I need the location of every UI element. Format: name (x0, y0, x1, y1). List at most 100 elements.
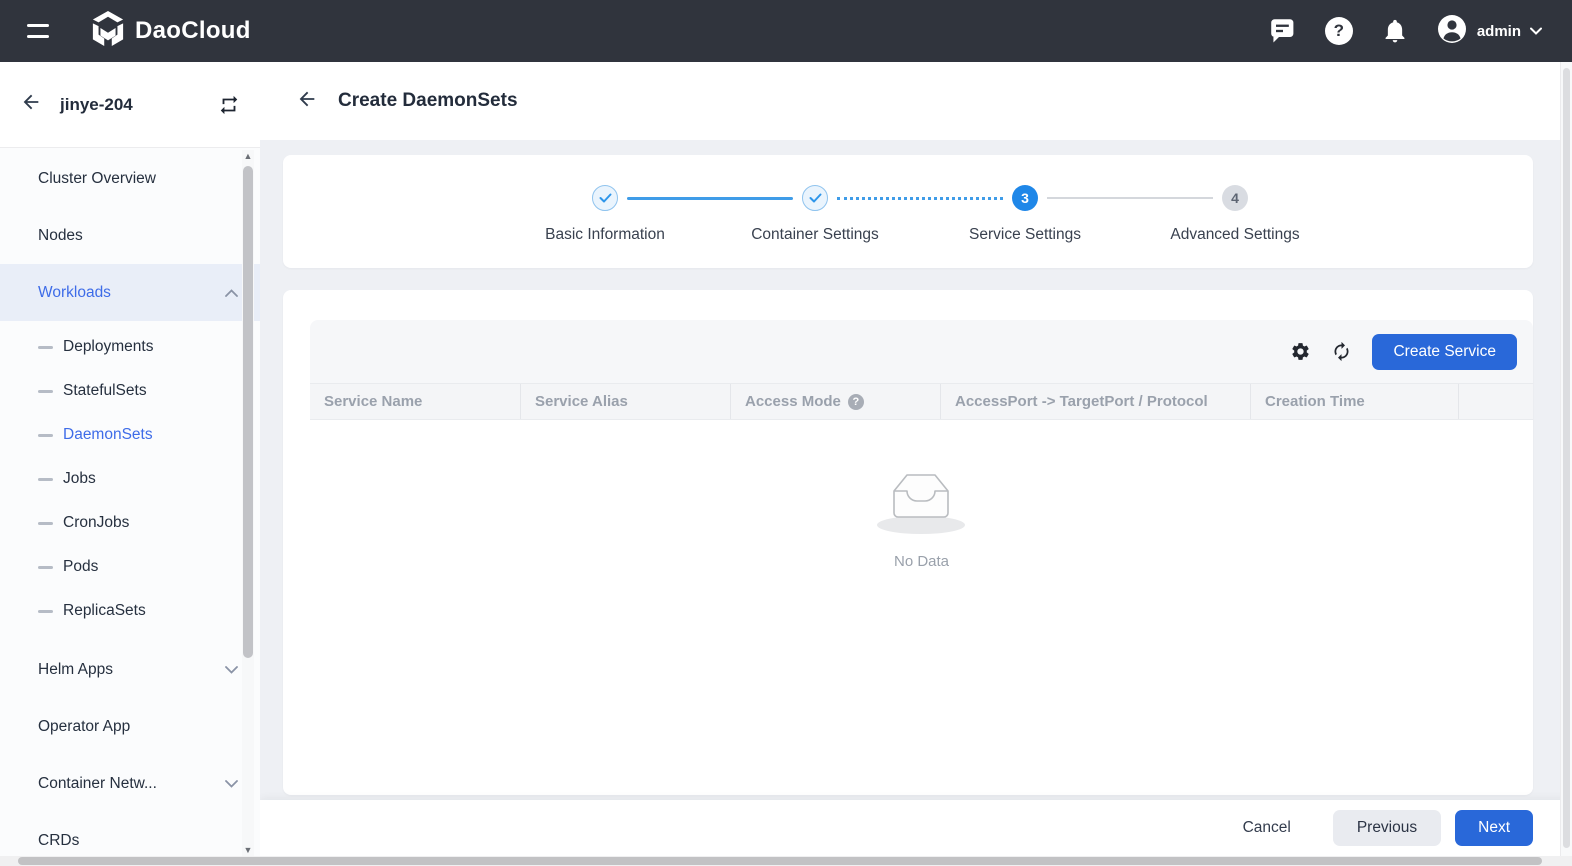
dash-icon (38, 565, 53, 569)
back-icon[interactable] (296, 88, 318, 115)
sidebar-item-statefulsets[interactable]: StatefulSets (0, 369, 260, 413)
empty-text: No Data (893, 553, 950, 570)
user-menu[interactable]: admin (1436, 13, 1542, 50)
empty-inbox-icon (874, 464, 970, 541)
menu-toggle-icon[interactable] (27, 24, 49, 38)
column-header-service-name: Service Name (310, 384, 520, 419)
sidebar-item-label: Nodes (38, 226, 83, 244)
column-label: Creation Time (1265, 393, 1365, 410)
step-check-icon (802, 185, 828, 211)
step-label: Service Settings (969, 226, 1081, 243)
sidebar-item-label: Jobs (63, 470, 96, 487)
dash-icon (38, 433, 53, 437)
column-label: Service Alias (535, 393, 628, 410)
help-icon[interactable]: ? (1324, 16, 1354, 46)
previous-button[interactable]: Previous (1332, 810, 1442, 846)
page-vertical-scrollbar[interactable] (1560, 62, 1572, 856)
sidebar-item-nodes[interactable]: Nodes (0, 207, 260, 264)
sidebar-item-label: Pods (63, 558, 99, 575)
cluster-name: jinye-204 (60, 94, 133, 114)
sidebar-item-helm-apps[interactable]: Helm Apps (0, 641, 260, 698)
dash-icon (38, 389, 53, 393)
dash-icon (38, 345, 53, 349)
help-icon[interactable]: ? (847, 393, 864, 410)
column-label: Access Mode (745, 393, 841, 410)
column-header-access-mode: Access Mode? (730, 384, 940, 419)
switch-cluster-icon[interactable] (218, 94, 240, 116)
page-header: Create DaemonSets (260, 62, 1572, 140)
column-header-accessport-targetport-protocol: AccessPort -> TargetPort / Protocol (940, 384, 1250, 419)
topbar: DaoCloud ? admin (0, 0, 1572, 62)
brand-name: DaoCloud (135, 17, 251, 44)
column-header-actions (1458, 384, 1533, 419)
step-label: Advanced Settings (1170, 226, 1300, 243)
sidebar-item-cluster-overview[interactable]: Cluster Overview (0, 150, 260, 207)
wizard-footer: Cancel Previous Next (260, 800, 1572, 856)
daocloud-logo-icon (91, 10, 125, 53)
sidebar-scrollbar[interactable]: ▲ ▼ (242, 150, 254, 856)
step-check-icon (592, 185, 618, 211)
service-table-card: Create Service Service Name Service Alias… (283, 290, 1533, 795)
chat-icon[interactable] (1268, 16, 1298, 46)
scroll-up-icon[interactable]: ▲ (242, 150, 254, 162)
column-label: Service Name (324, 393, 423, 410)
dash-icon (38, 477, 53, 481)
step-container-settings[interactable]: Container Settings (710, 185, 1003, 244)
scroll-down-icon[interactable]: ▼ (242, 844, 254, 856)
sidebar-item-jobs[interactable]: Jobs (0, 457, 260, 501)
sidebar-item-cronjobs[interactable]: CronJobs (0, 501, 260, 545)
sidebar-item-label: Deployments (63, 338, 154, 355)
sidebar-item-crds[interactable]: CRDs (0, 812, 260, 856)
next-button[interactable]: Next (1455, 810, 1533, 846)
sidebar-item-label: CRDs (38, 831, 80, 849)
dash-icon (38, 521, 53, 525)
sidebar-item-label: ReplicaSets (63, 602, 146, 619)
table-header-row: Service Name Service Alias Access Mode? Acc… (310, 383, 1533, 420)
step-number: 3 (1012, 185, 1038, 211)
table-empty-state: No Data (310, 420, 1533, 794)
table-toolbar: Create Service (310, 320, 1533, 383)
brand-logo: DaoCloud (91, 10, 251, 53)
gear-icon[interactable] (1290, 341, 1311, 362)
dash-icon (38, 609, 53, 613)
step-service-settings[interactable]: 3 Service Settings (920, 185, 1213, 244)
stepper: Basic Information Container Settings 3 Serv… (307, 155, 1533, 244)
sidebar-item-label: DaemonSets (63, 426, 153, 443)
step-number: 4 (1222, 185, 1248, 211)
sidebar-item-daemonsets[interactable]: DaemonSets (0, 413, 260, 457)
column-header-creation-time: Creation Time (1250, 384, 1458, 419)
chevron-down-icon (225, 665, 238, 674)
create-service-button[interactable]: Create Service (1372, 333, 1517, 370)
sidebar: jinye-204 Cluster Overview Nodes Workloads… (0, 62, 260, 856)
chevron-down-icon (1530, 22, 1542, 40)
sidebar-item-deployments[interactable]: Deployments (0, 325, 260, 369)
back-icon[interactable] (20, 91, 42, 118)
cancel-button[interactable]: Cancel (1229, 811, 1305, 845)
sidebar-item-label: CronJobs (63, 514, 130, 531)
sidebar-item-replicasets[interactable]: ReplicaSets (0, 589, 260, 633)
sidebar-item-label: StatefulSets (63, 382, 147, 399)
sidebar-item-pods[interactable]: Pods (0, 545, 260, 589)
scrollbar-thumb[interactable] (243, 166, 253, 658)
sidebar-item-operator-app[interactable]: Operator App (0, 698, 260, 755)
column-header-service-alias: Service Alias (520, 384, 730, 419)
sidebar-item-label: Container Netw... (38, 774, 157, 792)
sidebar-item-label: Helm Apps (38, 660, 113, 678)
step-basic-information[interactable]: Basic Information (500, 185, 793, 244)
sidebar-nav: Cluster Overview Nodes Workloads Deployment… (0, 148, 260, 856)
user-name: admin (1476, 22, 1521, 40)
step-advanced-settings[interactable]: 4 Advanced Settings (1130, 185, 1340, 244)
sidebar-item-label: Cluster Overview (38, 169, 156, 187)
chevron-up-icon (225, 288, 238, 297)
avatar-icon (1436, 13, 1468, 50)
column-label: AccessPort -> TargetPort / Protocol (955, 393, 1208, 410)
sidebar-item-label: Workloads (38, 283, 111, 301)
stepper-card: Basic Information Container Settings 3 Serv… (283, 155, 1533, 268)
sidebar-item-workloads[interactable]: Workloads (0, 264, 260, 321)
refresh-icon[interactable] (1331, 341, 1352, 362)
chevron-down-icon (225, 779, 238, 788)
step-label: Container Settings (751, 226, 879, 243)
page-horizontal-scrollbar[interactable] (0, 856, 1572, 866)
sidebar-item-container-netw[interactable]: Container Netw... (0, 755, 260, 812)
bell-icon[interactable] (1380, 16, 1410, 46)
